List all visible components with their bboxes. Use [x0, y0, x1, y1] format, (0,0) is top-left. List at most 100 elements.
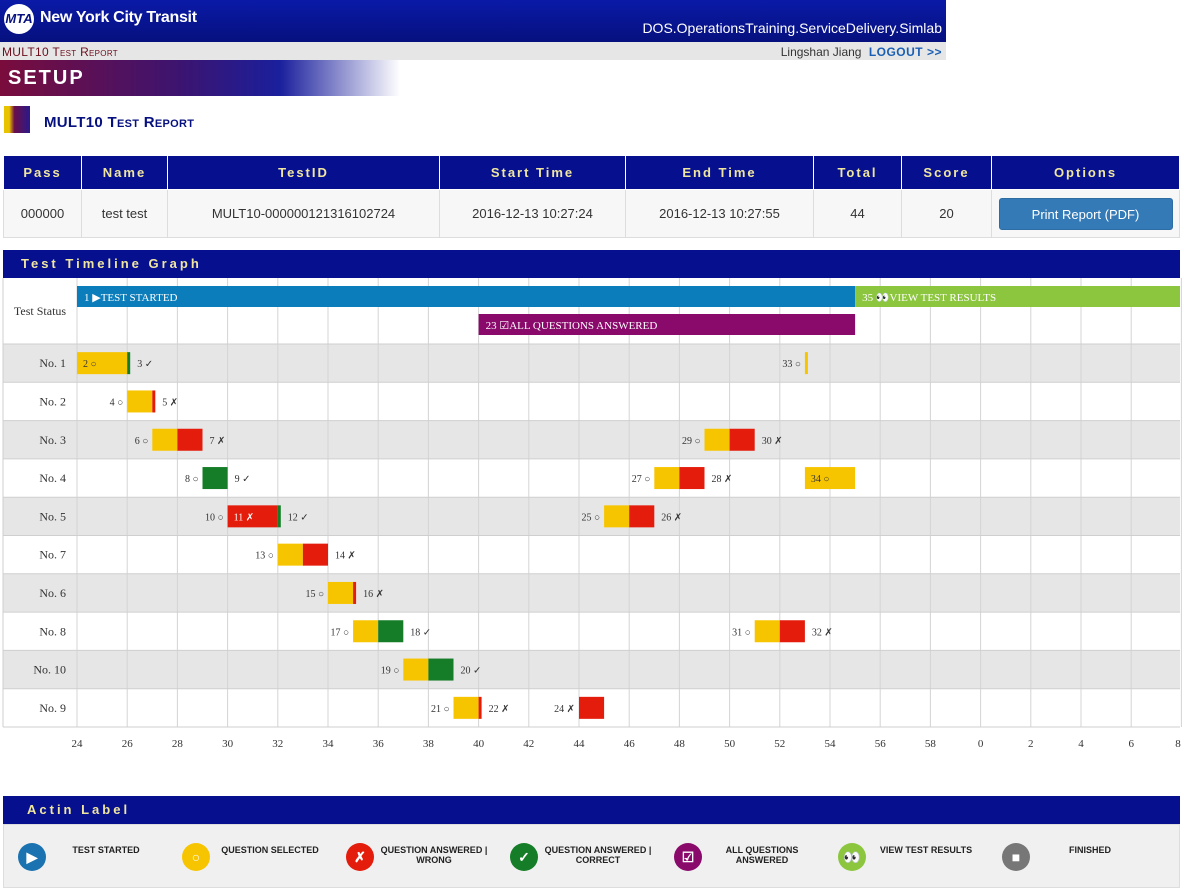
- x-tick-label: 42: [523, 738, 534, 750]
- segment-label: 11 ✗: [234, 512, 255, 523]
- segment-label: 5 ✗: [162, 397, 178, 408]
- x-tick-label: 0: [978, 738, 984, 750]
- timeline-segment: [127, 352, 131, 375]
- brand-title: New York City Transit: [40, 9, 197, 26]
- results-header-row: Pass Name TestID Start Time End Time Tot…: [3, 155, 1180, 190]
- x-tick-label: 24: [72, 738, 84, 750]
- segment-label: 17 ○: [331, 627, 350, 638]
- x-tick-label: 50: [724, 738, 736, 750]
- segment-label: 31 ○: [732, 627, 751, 638]
- cell-testid: MULT10-000000121316102724: [167, 189, 440, 238]
- row-label: No. 3: [39, 433, 66, 447]
- cell-total: 44: [813, 189, 902, 238]
- x-tick-label: 2: [1028, 738, 1034, 750]
- user-info: Lingshan Jiang LOGOUT >>: [781, 45, 942, 59]
- x-tick-label: 32: [272, 738, 283, 750]
- stop-icon: ■: [1002, 843, 1030, 871]
- x-tick-label: 28: [172, 738, 184, 750]
- setup-banner: SETUP: [0, 60, 400, 96]
- row-label: No. 7: [39, 548, 66, 562]
- timeline-segment: [152, 390, 156, 413]
- row-label: No. 5: [39, 509, 66, 523]
- sub-header: MULT10 Test Report Lingshan Jiang LOGOUT…: [0, 42, 946, 60]
- timeline-graph: Test Status 1 ▶TEST STARTED 35 👀VIEW TEST …: [2, 278, 1182, 750]
- segment-label: 21 ○: [431, 704, 450, 715]
- legend-label: TEST STARTED: [72, 845, 140, 855]
- segment-label: 6 ○: [135, 436, 149, 447]
- segment-label: 32 ✗: [812, 627, 833, 638]
- play-icon: ▶: [18, 843, 46, 871]
- timeline-segment: [378, 620, 404, 643]
- segment-label: 8 ○: [185, 474, 199, 485]
- x-tick-label: 46: [624, 738, 636, 750]
- results-table: Pass Name TestID Start Time End Time Tot…: [3, 155, 1180, 238]
- segment-label: 33 ○: [782, 359, 801, 370]
- logout-link[interactable]: LOGOUT >>: [869, 45, 942, 59]
- row-label: No. 8: [39, 624, 66, 638]
- segment-label: 3 ✓: [137, 359, 153, 370]
- segment-label: 15 ○: [305, 589, 324, 600]
- timeline-segment: [704, 428, 730, 451]
- segment-label: 30 ✗: [762, 436, 783, 447]
- status-bar: [77, 286, 856, 307]
- x-tick-label: 8: [1175, 738, 1181, 750]
- x-tick-label: 54: [825, 738, 837, 750]
- x-tick-label: 56: [875, 738, 887, 750]
- timeline-title: Test Timeline Graph: [21, 256, 202, 271]
- timeline-segment: [177, 428, 203, 451]
- print-report-button[interactable]: Print Report (PDF): [998, 197, 1173, 230]
- timeline-row-bg: [3, 382, 1180, 421]
- timeline-segment: [202, 467, 228, 490]
- timeline-header: Test Timeline Graph: [3, 250, 1180, 278]
- timeline-segment: [127, 390, 153, 413]
- col-pass: Pass: [3, 155, 82, 190]
- segment-label: 13 ○: [255, 551, 274, 562]
- page-name: MULT10 Test Report: [2, 45, 118, 59]
- cell-pass: 000000: [3, 189, 82, 238]
- circle-icon: ○: [182, 843, 210, 871]
- segment-label: 2 ○: [83, 359, 97, 370]
- segment-label: 10 ○: [205, 512, 224, 523]
- legend-label: ALL QUESTIONS ANSWERED: [725, 845, 799, 865]
- cell-options: Print Report (PDF): [991, 189, 1180, 238]
- col-name: Name: [81, 155, 168, 190]
- row-label: No. 10: [33, 663, 66, 677]
- timeline-row-bg: [3, 458, 1180, 498]
- segment-label: 26 ✗: [661, 512, 682, 523]
- mta-logo: MTA: [4, 4, 34, 34]
- timeline-segment: [478, 696, 482, 719]
- top-banner: MTA New York City Transit DOS.Operations…: [0, 0, 946, 42]
- section-title: MULT10 Test Report: [44, 114, 195, 131]
- x-tick-label: 38: [423, 738, 435, 750]
- status-bar-label: 35 👀VIEW TEST RESULTS: [862, 292, 996, 304]
- timeline-segment: [679, 467, 705, 490]
- segment-label: 12 ✓: [288, 512, 309, 523]
- segment-label: 29 ○: [682, 436, 701, 447]
- segment-label: 4 ○: [110, 397, 124, 408]
- x-tick-label: 52: [774, 738, 785, 750]
- segment-label: 24 ✗: [554, 704, 575, 715]
- segment-label: 34 ○: [811, 474, 830, 485]
- timeline-row-bg: [3, 344, 1180, 383]
- table-row: 000000 test test MULT10-0000001213161027…: [3, 189, 1180, 238]
- timeline-segment: [779, 620, 805, 643]
- cell-start: 2016-12-13 10:27:24: [439, 189, 626, 238]
- col-start: Start Time: [439, 155, 626, 190]
- timeline-row-bg: [3, 612, 1180, 651]
- timeline-segment: [453, 696, 479, 719]
- legend-body: ▶ TEST STARTED ○ QUESTION SELECTED ✗ QUESTION…: [3, 824, 1180, 888]
- segment-label: 14 ✗: [335, 551, 356, 562]
- segment-label: 16 ✗: [363, 589, 384, 600]
- section-marker: [4, 106, 30, 133]
- timeline-segment: [629, 505, 655, 528]
- row-label: No. 1: [39, 356, 66, 370]
- eyes-icon: 👀: [838, 843, 866, 871]
- segment-label: 27 ○: [632, 474, 651, 485]
- x-tick-label: 36: [373, 738, 385, 750]
- status-bar-label: 23 ☑ALL QUESTIONS ANSWERED: [486, 320, 658, 332]
- timeline-segment: [604, 505, 630, 528]
- timeline-segment: [754, 620, 780, 643]
- segment-label: 9 ✓: [235, 474, 251, 485]
- row-label: No. 9: [39, 701, 66, 715]
- timeline-segment: [729, 428, 755, 451]
